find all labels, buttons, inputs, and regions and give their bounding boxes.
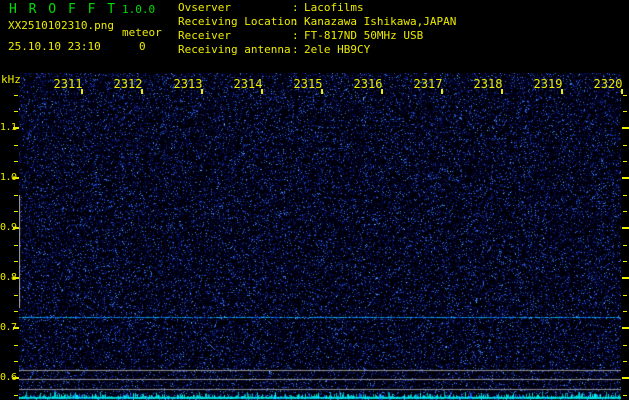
- station-info-block: Ovserver:LacofilmsReceiving Location:Kan…: [178, 1, 456, 57]
- observation-mode: meteor: [122, 26, 162, 39]
- station-info-label: Receiver: [178, 29, 292, 43]
- spectrogram-canvas: [19, 73, 621, 400]
- freq-minor-tick: [14, 395, 18, 396]
- freq-major-tick: [622, 177, 629, 179]
- time-label: 2314: [232, 77, 264, 91]
- minute-tick: [561, 89, 563, 94]
- time-label: 2316: [352, 77, 384, 91]
- freq-major-tick: [13, 177, 19, 179]
- time-label: 2313: [172, 77, 204, 91]
- freq-major-tick: [622, 277, 629, 279]
- freq-minor-tick: [14, 95, 18, 96]
- freq-major-tick: [622, 127, 629, 129]
- time-label: 2319: [532, 77, 564, 91]
- time-label: 2315: [292, 77, 324, 91]
- freq-axis-unit-label: kHz: [1, 73, 21, 86]
- freq-major-tick: [622, 327, 629, 329]
- station-info-value: FT-817ND 50MHz USB: [304, 29, 423, 43]
- station-info-row: Receiving antenna:2ele HB9CY: [178, 43, 456, 57]
- freq-minor-tick: [14, 311, 18, 312]
- freq-minor-tick: [623, 361, 627, 362]
- station-info-row: Receiver:FT-817ND 50MHz USB: [178, 29, 456, 43]
- minute-tick: [321, 89, 323, 94]
- station-info-row: Receiving Location:Kanazawa Ishikawa,JAP…: [178, 15, 456, 29]
- freq-minor-tick: [14, 145, 18, 146]
- freq-minor-tick: [623, 345, 627, 346]
- meteor-count: 0: [139, 40, 146, 53]
- observation-datetime: 25.10.10 23:10: [8, 40, 101, 53]
- freq-major-tick: [622, 377, 629, 379]
- minute-tick: [381, 89, 383, 94]
- freq-minor-tick: [14, 161, 18, 162]
- freq-minor-tick: [14, 345, 18, 346]
- time-label: 2320: [592, 77, 624, 91]
- minute-tick: [81, 89, 83, 94]
- freq-major-tick: [13, 227, 19, 229]
- station-info-label: Ovserver: [178, 1, 292, 15]
- freq-minor-tick: [623, 195, 627, 196]
- minute-tick: [141, 89, 143, 94]
- freq-minor-tick: [623, 161, 627, 162]
- app-version: 1.0.0: [122, 3, 155, 16]
- output-filename: XX2510102310.png: [8, 19, 114, 32]
- freq-minor-tick: [14, 295, 18, 296]
- time-label: 2318: [472, 77, 504, 91]
- freq-minor-tick: [14, 261, 18, 262]
- time-label: 2311: [52, 77, 84, 91]
- freq-minor-tick: [14, 361, 18, 362]
- freq-minor-tick: [14, 245, 18, 246]
- freq-major-tick: [13, 127, 19, 129]
- station-info-label: Receiving Location: [178, 15, 292, 29]
- time-label: 2317: [412, 77, 444, 91]
- app-title: H R O F F T: [9, 2, 117, 17]
- minute-tick: [621, 89, 623, 94]
- hrofft-screen: H R O F F T 1.0.0 XX2510102310.png meteo…: [0, 0, 629, 400]
- freq-minor-tick: [623, 95, 627, 96]
- freq-minor-tick: [14, 211, 18, 212]
- freq-major-tick: [622, 227, 629, 229]
- freq-minor-tick: [623, 111, 627, 112]
- station-info-separator: :: [292, 29, 304, 43]
- freq-minor-tick: [623, 211, 627, 212]
- freq-minor-tick: [623, 311, 627, 312]
- minute-tick: [441, 89, 443, 94]
- freq-major-tick: [13, 277, 19, 279]
- freq-minor-tick: [14, 195, 18, 196]
- station-info-separator: :: [292, 1, 304, 15]
- minute-tick: [501, 89, 503, 94]
- freq-major-tick: [13, 377, 19, 379]
- time-label: 2312: [112, 77, 144, 91]
- minute-tick: [201, 89, 203, 94]
- freq-minor-tick: [623, 295, 627, 296]
- station-info-value: 2ele HB9CY: [304, 43, 370, 57]
- station-info-separator: :: [292, 43, 304, 57]
- freq-major-tick: [13, 327, 19, 329]
- freq-minor-tick: [14, 111, 18, 112]
- minute-tick: [261, 89, 263, 94]
- freq-minor-tick: [623, 145, 627, 146]
- station-info-value: Lacofilms: [304, 1, 364, 15]
- station-info-separator: :: [292, 15, 304, 29]
- station-info-label: Receiving antenna: [178, 43, 292, 57]
- station-info-value: Kanazawa Ishikawa,JAPAN: [304, 15, 456, 29]
- freq-minor-tick: [623, 395, 627, 396]
- freq-minor-tick: [623, 261, 627, 262]
- freq-minor-tick: [623, 245, 627, 246]
- station-info-row: Ovserver:Lacofilms: [178, 1, 456, 15]
